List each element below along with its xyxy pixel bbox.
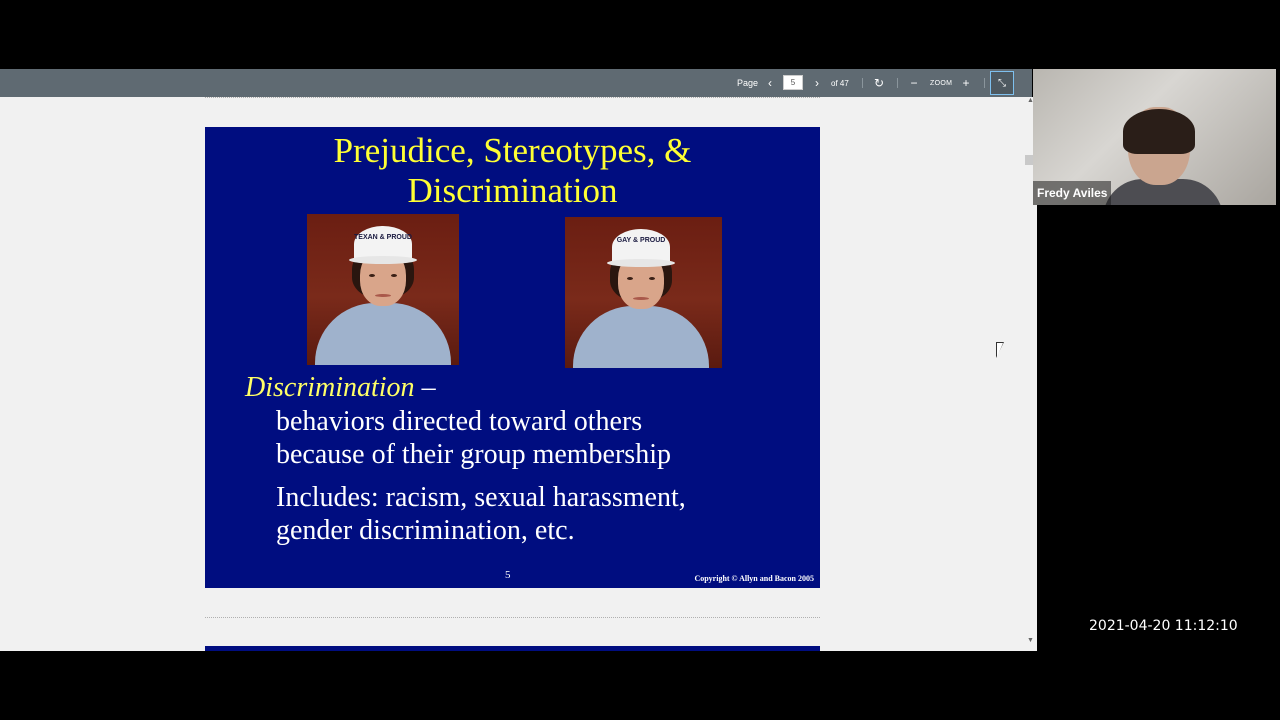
pdf-toolbar: Page ‹ › of 47 ↻ − ZOOM + [0, 69, 1032, 97]
mouse-cursor-fill [997, 343, 1003, 357]
page-label: Page [737, 78, 759, 88]
participant-video[interactable]: Fredy Aviles [1033, 69, 1276, 205]
next-slide-edge [205, 646, 820, 651]
collapse-icon[interactable]: ⤡ [990, 71, 1014, 95]
toolbar-divider [897, 78, 898, 88]
slide-title: Prejudice, Stereotypes, & Discrimination [205, 131, 820, 211]
includes-line-2: gender discrimination, etc. [276, 515, 575, 546]
zoom-label: ZOOM [930, 79, 953, 87]
chevron-left-icon[interactable]: ‹ [763, 69, 777, 97]
includes-text: Includes: racism, sexual harassment, gen… [276, 481, 686, 547]
photo-texan-cap: TEXAN & PROUD [307, 214, 459, 365]
rotate-icon[interactable]: ↻ [872, 69, 886, 97]
cap-lettering: TEXAN & PROUD [354, 234, 412, 241]
recording-timestamp: 2021-04-20 11:12:10 [1089, 618, 1238, 634]
page-count: of 47 [831, 78, 849, 88]
copyright-text: Copyright © Allyn and Bacon 2005 [694, 574, 814, 583]
page-divider [205, 617, 820, 618]
participant-name: Fredy Aviles [1033, 181, 1112, 205]
scroll-down-icon[interactable]: ▼ [1027, 637, 1034, 644]
scroll-thumb[interactable] [1025, 155, 1033, 165]
photo-gay-cap: GAY & PROUD [565, 217, 722, 368]
toolbar-divider [984, 78, 985, 88]
slide-number: 5 [505, 569, 511, 581]
definition-line-1: behaviors directed toward others [276, 406, 643, 437]
slide: Prejudice, Stereotypes, & Discrimination… [205, 127, 820, 588]
document-viewer[interactable]: Prejudice, Stereotypes, & Discrimination… [0, 97, 1025, 651]
plus-icon[interactable]: + [959, 69, 973, 97]
page-divider [205, 97, 820, 98]
slide-title-line-2: Discrimination [407, 171, 618, 210]
minus-icon[interactable]: − [907, 69, 921, 97]
definition-line-2: because of their group membership [276, 439, 671, 470]
cap-lettering: GAY & PROUD [616, 237, 666, 244]
chevron-right-icon[interactable]: › [810, 69, 824, 97]
term-heading: Discrimination – [245, 372, 436, 404]
includes-line-1: Includes: racism, sexual harassment, [276, 482, 686, 513]
slide-title-line-1: Prejudice, Stereotypes, & [333, 131, 692, 170]
page-number-input[interactable] [783, 75, 803, 90]
term-dash: – [414, 372, 436, 403]
definition-text: behaviors directed toward others because… [276, 405, 671, 471]
toolbar-divider [862, 78, 863, 88]
term-word: Discrimination [245, 372, 415, 403]
